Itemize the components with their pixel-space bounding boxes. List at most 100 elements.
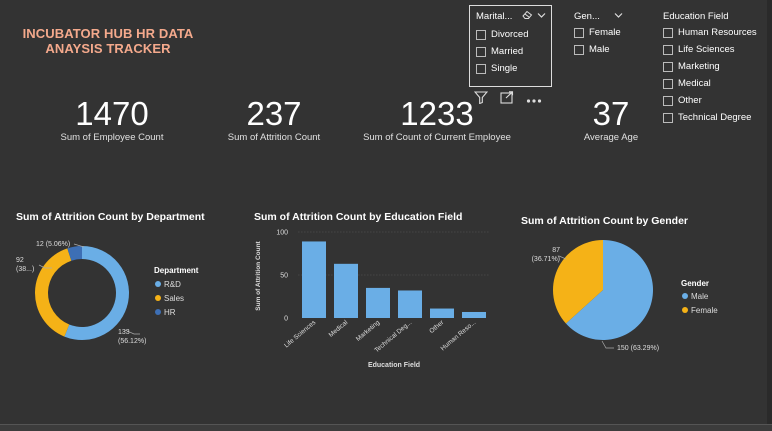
department-chart-title: Sum of Attrition Count by Department: [16, 211, 205, 223]
data-label-rd: 133 (56.12%): [118, 329, 146, 345]
legend-label: Female: [691, 306, 718, 315]
slicer-option[interactable]: Single: [476, 60, 550, 77]
donut-slice-sales: [35, 248, 72, 337]
card-label: Sum of Count of Current Employee: [363, 132, 511, 143]
y-tick-label: 50: [280, 273, 288, 280]
focus-mode-icon[interactable]: [500, 91, 514, 109]
checkbox[interactable]: [663, 78, 673, 89]
option-label: Human Resources: [678, 27, 757, 38]
eraser-icon[interactable]: [522, 10, 533, 23]
legend-title: Gender: [681, 279, 709, 288]
checkbox[interactable]: [574, 44, 584, 55]
checkbox[interactable]: [476, 46, 486, 57]
bar-1: [334, 263, 358, 318]
option-label: Medical: [678, 78, 711, 89]
checkbox[interactable]: [663, 112, 673, 123]
x-tick-label: Other: [428, 319, 446, 335]
y-axis-title: Sum of Attrition Count: [255, 240, 262, 310]
x-tick-label: Human Reso...: [440, 319, 478, 352]
bar-4: [430, 308, 454, 318]
card-value: 237: [246, 95, 302, 132]
slicer-header[interactable]: Education Field: [663, 9, 763, 23]
data-label-male: 150 (63.29%): [617, 345, 659, 352]
card-value: 37: [592, 95, 630, 132]
slicer-option[interactable]: Medical: [663, 75, 763, 92]
x-axis-title: Education Field: [368, 362, 420, 369]
gender-pie-chart[interactable]: 150 (63.29%) 87 (36.71%) Gender Male Female: [510, 232, 760, 367]
slicer-option[interactable]: Human Resources: [663, 24, 763, 41]
option-label: Male: [589, 44, 610, 55]
legend-label: HR: [164, 308, 176, 317]
filter-icon[interactable]: [473, 91, 489, 109]
marital-status-slicer[interactable]: Marital... Divorced Married Single: [476, 9, 550, 77]
legend-label: Sales: [164, 294, 184, 303]
legend-title: Department: [154, 266, 199, 275]
legend-marker: [682, 307, 688, 313]
x-tick-label: Medical: [328, 319, 350, 339]
checkbox[interactable]: [663, 44, 673, 55]
gender-chart-title: Sum of Attrition Count by Gender: [521, 215, 689, 227]
legend-label: Male: [691, 292, 709, 301]
window-edge: [767, 0, 772, 431]
card-label: Sum of Attrition Count: [227, 132, 321, 143]
y-tick-label: 100: [276, 230, 288, 237]
card-label: Sum of Employee Count: [60, 132, 164, 143]
card-attrition-count[interactable]: 237 Sum of Attrition Count: [214, 95, 334, 144]
checkbox[interactable]: [476, 63, 486, 74]
visual-header-toolbar: [473, 91, 542, 109]
slicer-option[interactable]: Married: [476, 43, 550, 60]
legend-marker: [155, 281, 161, 287]
data-label-female: 87 (36.71%): [532, 247, 561, 263]
page-tabs-bar: [0, 424, 772, 431]
slicer-header[interactable]: Gen...: [574, 9, 634, 23]
data-label-hr: 12 (5.06%): [36, 241, 70, 248]
card-average-age[interactable]: 37 Average Age: [566, 95, 656, 144]
leader-line: [601, 340, 614, 349]
department-donut-chart[interactable]: 133 (56.12%) 92 (38...) 12 (5.06%) Department…: [12, 226, 237, 356]
slicer-option[interactable]: Marketing: [663, 58, 763, 75]
slicer-option[interactable]: Technical Degree: [663, 109, 763, 126]
checkbox[interactable]: [663, 95, 673, 106]
bar-3: [398, 290, 422, 318]
card-label: Average Age: [583, 132, 639, 143]
option-label: Female: [589, 27, 621, 38]
x-tick-label: Life Sciences: [283, 319, 318, 350]
chevron-down-icon[interactable]: [614, 11, 623, 22]
slicer-option[interactable]: Other: [663, 92, 763, 109]
chevron-down-icon[interactable]: [537, 11, 546, 22]
education-chart-title: Sum of Attrition Count by Education Fiel…: [254, 211, 463, 223]
slicer-option[interactable]: Divorced: [476, 26, 550, 43]
option-label: Other: [678, 95, 702, 106]
data-label-sales: 92 (38...): [16, 257, 34, 273]
slicer-option[interactable]: Female: [574, 24, 634, 41]
legend-label: R&D: [164, 280, 181, 289]
option-label: Divorced: [491, 29, 529, 40]
option-label: Married: [491, 46, 524, 57]
option-label: Single: [491, 63, 518, 74]
card-employee-count[interactable]: 1470 Sum of Employee Count: [52, 95, 172, 144]
bar-2: [366, 287, 390, 318]
legend-marker: [682, 293, 688, 299]
slicer-option[interactable]: Male: [574, 41, 634, 58]
education-bar-chart[interactable]: 050100Life Sciences Medical MarketingTechn…: [250, 224, 500, 374]
slicer-title: Gen...: [574, 10, 600, 22]
checkbox[interactable]: [663, 27, 673, 38]
leader-line: [558, 255, 567, 260]
checkbox[interactable]: [663, 61, 673, 72]
y-tick-label: 0: [284, 316, 288, 323]
donut-slice-rd: [64, 246, 130, 340]
education-field-slicer[interactable]: Education Field Human Resources Life Sci…: [663, 9, 763, 126]
report-title: INCUBATOR HUB HR DATA ANAYSIS TRACKER: [22, 26, 194, 56]
bar-5: [462, 311, 486, 318]
slicer-header[interactable]: Marital...: [476, 9, 550, 23]
checkbox[interactable]: [574, 27, 584, 38]
slicer-option[interactable]: Life Sciences: [663, 41, 763, 58]
card-value: 1470: [75, 95, 149, 132]
option-label: Technical Degree: [678, 112, 752, 123]
legend-marker: [155, 309, 161, 315]
option-label: Life Sciences: [678, 44, 735, 55]
gender-slicer[interactable]: Gen... Female Male: [574, 9, 634, 58]
checkbox[interactable]: [476, 29, 486, 40]
more-options-icon[interactable]: [526, 91, 542, 109]
slicer-title: Education Field: [663, 10, 729, 22]
